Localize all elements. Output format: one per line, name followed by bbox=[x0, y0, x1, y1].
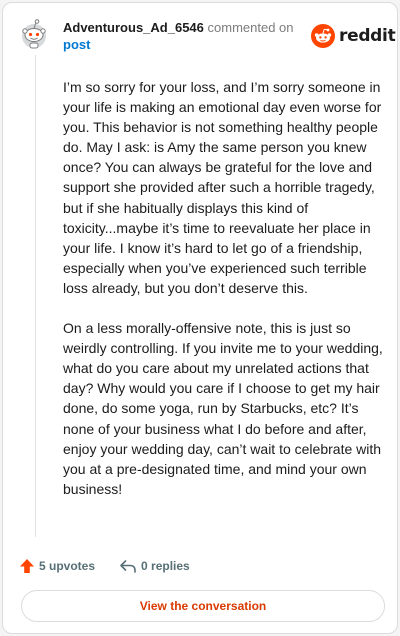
reddit-wordmark: reddit bbox=[339, 26, 396, 46]
view-conversation-button[interactable]: View the conversation bbox=[21, 590, 385, 622]
embedded-comment-card: Adventurous_Ad_6546 commented on post re… bbox=[2, 2, 398, 634]
upvote-arrow-icon bbox=[20, 559, 34, 573]
thread-line bbox=[35, 55, 36, 537]
comment-paragraph: On a less morally-offensive note, this i… bbox=[63, 320, 383, 497]
reply-arrow-icon bbox=[120, 560, 136, 573]
reply-count: 0 replies bbox=[141, 559, 190, 573]
post-link[interactable]: post bbox=[63, 36, 303, 53]
snoo-avatar-icon bbox=[22, 19, 46, 49]
username[interactable]: Adventurous_Ad_6546 bbox=[63, 20, 204, 35]
comment-actions: 5 upvotes 0 replies bbox=[19, 556, 190, 576]
comment-body: I’m so sorry for your loss, and I’m sorr… bbox=[63, 77, 383, 519]
reddit-alien-icon bbox=[311, 24, 335, 48]
comment-paragraph: I’m so sorry for your loss, and I’m sorr… bbox=[63, 79, 382, 296]
comment-header: Adventurous_Ad_6546 commented on post bbox=[63, 19, 303, 53]
reddit-logo[interactable]: reddit bbox=[311, 23, 396, 49]
replies-button[interactable]: 0 replies bbox=[119, 558, 190, 574]
commented-on-label: commented on bbox=[207, 20, 294, 35]
upvote-count: 5 upvotes bbox=[39, 559, 96, 573]
upvote-button[interactable]: 5 upvotes bbox=[19, 558, 95, 574]
avatar[interactable] bbox=[19, 17, 49, 49]
